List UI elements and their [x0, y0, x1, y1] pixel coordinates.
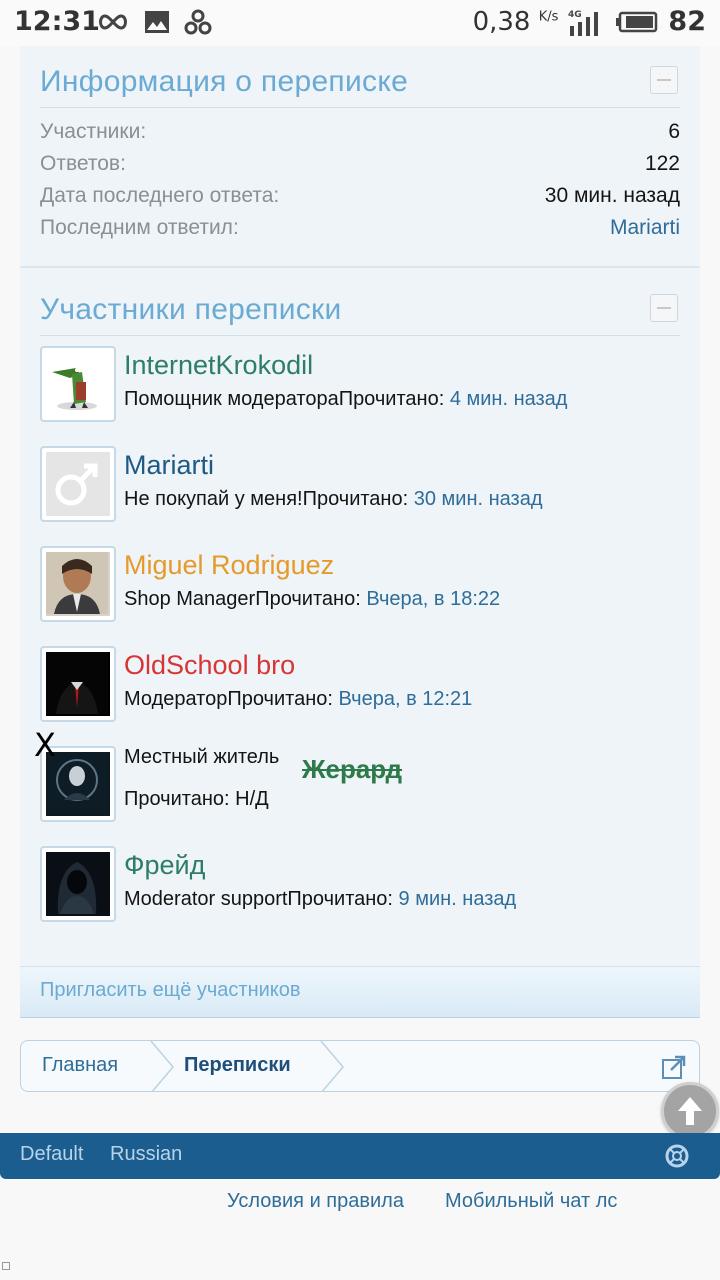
info-label: Ответов:: [40, 152, 126, 175]
chevron-right-icon: [150, 1041, 174, 1091]
language-chooser-link[interactable]: Russian: [110, 1143, 182, 1166]
crocodile-avatar-icon: [52, 368, 97, 410]
member-name-link[interactable]: OldSchool bro: [124, 650, 295, 681]
breadcrumb: Главная Переписки: [20, 1040, 700, 1092]
collapse-info-button[interactable]: [650, 66, 678, 94]
gallery-icon: [145, 11, 169, 33]
members-section-header: Участники переписки: [40, 274, 680, 336]
collapse-members-button[interactable]: [650, 294, 678, 322]
info-row-last-replier: Последним ответил: Mariarti: [40, 216, 680, 246]
status-right: 0,38 K/s 4G 82: [473, 6, 706, 37]
member-status: МодераторПрочитано: Вчера, в 12:21: [124, 688, 473, 710]
member-title: Местный житель: [124, 746, 280, 768]
member-status: Не покупай у меня!Прочитано: 30 мин. наз…: [124, 488, 543, 510]
member-name-link[interactable]: Фрейд: [124, 850, 205, 881]
info-section-title: Информация о переписке: [40, 65, 409, 98]
info-row-last-reply-date: Дата последнего ответа: 30 мин. назад: [40, 184, 680, 214]
member-name-link[interactable]: InternetKrokodil: [124, 350, 313, 381]
avatar[interactable]: [40, 846, 116, 922]
member-name-link[interactable]: Mariarti: [124, 450, 214, 481]
status-icons: [96, 9, 212, 35]
avatar[interactable]: [40, 546, 116, 622]
terms-link[interactable]: Условия и правила: [227, 1190, 404, 1213]
section-divider: [20, 266, 700, 268]
infinity-icon: [99, 14, 127, 30]
info-value: 6: [668, 120, 680, 143]
status-time: 12:31: [14, 6, 100, 37]
breadcrumb-home[interactable]: Главная: [42, 1054, 118, 1077]
member-item: Miguel Rodriguez Shop ManagerПрочитано: …: [40, 546, 690, 622]
member-item: OldSchool bro МодераторПрочитано: Вчера,…: [40, 646, 690, 722]
avatar[interactable]: [40, 646, 116, 722]
scroll-top-button[interactable]: [661, 1082, 719, 1140]
info-label: Участники:: [40, 120, 147, 143]
members-section-title: Участники переписки: [40, 293, 342, 326]
info-row-participants: Участники: 6: [40, 120, 680, 150]
chevron-right-icon: [320, 1041, 344, 1091]
x-mark: X: [34, 726, 56, 764]
svg-text:4G: 4G: [568, 10, 582, 20]
last-replier-link[interactable]: Mariarti: [610, 216, 680, 240]
mobile-chat-link[interactable]: Мобильный чат лс: [445, 1190, 617, 1213]
battery-icon: [616, 11, 658, 32]
invite-participants-link[interactable]: Пригласить ещё участников: [40, 979, 301, 1002]
status-bar: 12:31 0,38 K/s 4G 82: [0, 0, 720, 46]
male-symbol-icon: [55, 463, 98, 506]
member-name-link[interactable]: Miguel Rodriguez: [124, 550, 334, 581]
member-item: Фрейд Moderator supportПрочитано: 9 мин.…: [40, 846, 690, 922]
info-row-replies: Ответов: 122: [40, 152, 680, 182]
info-section-header: Информация о переписке: [40, 46, 680, 108]
breadcrumb-current[interactable]: Переписки: [184, 1054, 291, 1077]
network-speed: 0,38 K/s: [472, 6, 559, 37]
member-status: Помощник модератораПрочитано: 4 мин. наз…: [124, 388, 568, 410]
hooded-figure-icon: [46, 852, 108, 914]
member-name-link[interactable]: Жерард: [302, 754, 402, 785]
jump-menu-icon[interactable]: [661, 1054, 687, 1080]
member-status: Прочитано: Н/Д: [124, 788, 269, 810]
arrow-up-icon: [678, 1097, 702, 1125]
help-lifebuoy-icon[interactable]: [664, 1143, 690, 1169]
footer-bar: Default Russian: [0, 1133, 720, 1179]
avatar[interactable]: [40, 446, 116, 522]
info-value: 30 мин. назад: [544, 184, 680, 207]
info-label: Последним ответил:: [40, 216, 239, 239]
member-item: Mariarti Не покупай у меня!Прочитано: 30…: [40, 446, 690, 522]
signal-icon: 4G: [568, 10, 599, 36]
member-status: Moderator supportПрочитано: 9 мин. назад: [124, 888, 517, 910]
person-photo-icon: [46, 552, 108, 614]
member-status: Shop ManagerПрочитано: Вчера, в 18:22: [124, 588, 501, 610]
app-icon: [184, 9, 212, 35]
corner-mark-icon: [2, 1262, 10, 1270]
avatar[interactable]: [40, 346, 116, 422]
member-item: Местный житель Жерард Прочитано: Н/Д: [40, 746, 690, 822]
style-chooser-link[interactable]: Default: [20, 1143, 83, 1166]
member-item: InternetKrokodil Помощник модератораПроч…: [40, 346, 690, 422]
battery-level: 82: [668, 6, 706, 37]
info-value: 122: [644, 152, 680, 175]
suit-silhouette-icon: [46, 652, 108, 714]
info-label: Дата последнего ответа:: [40, 184, 280, 207]
invite-bar[interactable]: Пригласить ещё участников: [20, 966, 700, 1018]
